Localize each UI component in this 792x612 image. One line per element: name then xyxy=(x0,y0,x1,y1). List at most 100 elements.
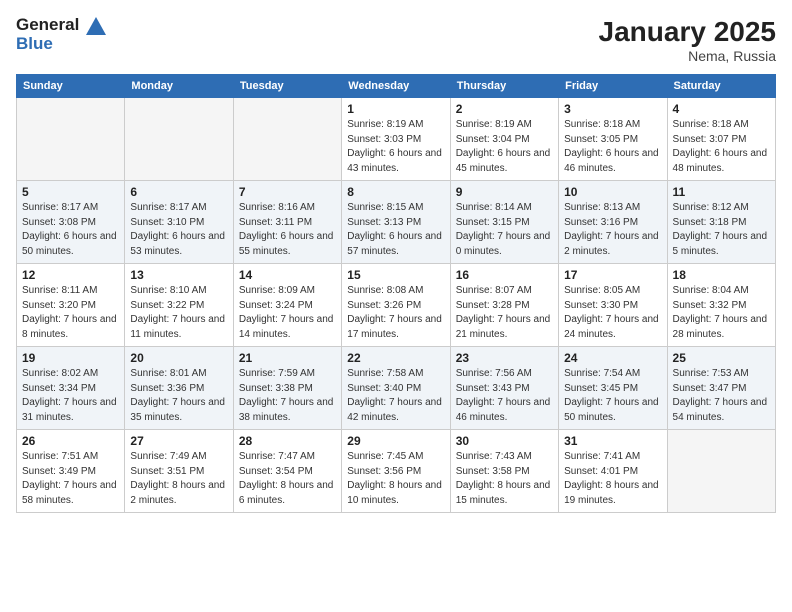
table-row: 19 Sunrise: 8:02 AMSunset: 3:34 PMDayligh… xyxy=(17,347,125,430)
page: General Blue January 2025 Nema, Russia S… xyxy=(0,0,792,612)
table-row: 24 Sunrise: 7:54 AMSunset: 3:45 PMDayligh… xyxy=(559,347,667,430)
day-number: 1 xyxy=(347,102,444,116)
day-number: 2 xyxy=(456,102,553,116)
day-number: 15 xyxy=(347,268,444,282)
day-number: 29 xyxy=(347,434,444,448)
table-row: 16 Sunrise: 8:07 AMSunset: 3:28 PMDayligh… xyxy=(450,264,558,347)
day-number: 31 xyxy=(564,434,661,448)
day-info: Sunrise: 8:16 AMSunset: 3:11 PMDaylight:… xyxy=(239,201,336,259)
logo: General Blue xyxy=(16,16,106,53)
day-info: Sunrise: 7:56 AMSunset: 3:43 PMDaylight:… xyxy=(456,367,553,425)
day-info: Sunrise: 8:07 AMSunset: 3:28 PMDaylight:… xyxy=(456,284,553,342)
day-info: Sunrise: 8:05 AMSunset: 3:30 PMDaylight:… xyxy=(564,284,661,342)
day-info: Sunrise: 7:53 AMSunset: 3:47 PMDaylight:… xyxy=(673,367,770,425)
day-number: 4 xyxy=(673,102,770,116)
table-row: 12 Sunrise: 8:11 AMSunset: 3:20 PMDayligh… xyxy=(17,264,125,347)
day-number: 30 xyxy=(456,434,553,448)
table-row: 8Sunrise: 8:15 AMSunset: 3:13 PMDaylight… xyxy=(342,181,450,264)
calendar-week-row: 19 Sunrise: 8:02 AMSunset: 3:34 PMDayligh… xyxy=(17,347,776,430)
table-row: 13Sunrise: 8:10 AMSunset: 3:22 PMDayligh… xyxy=(125,264,233,347)
day-number: 19 xyxy=(22,351,119,365)
day-info: Sunrise: 8:01 AMSunset: 3:36 PMDaylight:… xyxy=(130,367,227,425)
day-info: Sunrise: 8:09 AMSunset: 3:24 PMDaylight:… xyxy=(239,284,336,342)
table-row xyxy=(667,430,775,513)
table-row: 3 Sunrise: 8:18 AMSunset: 3:05 PMDaylight… xyxy=(559,98,667,181)
header-saturday: Saturday xyxy=(667,75,775,98)
day-number: 21 xyxy=(239,351,336,365)
calendar-week-row: 5Sunrise: 8:17 AMSunset: 3:08 PMDaylight… xyxy=(17,181,776,264)
day-number: 28 xyxy=(239,434,336,448)
month-title: January 2025 xyxy=(599,16,776,48)
day-info: Sunrise: 7:51 AMSunset: 3:49 PMDaylight:… xyxy=(22,450,119,508)
day-info: Sunrise: 8:19 AMSunset: 3:03 PMDaylight:… xyxy=(347,118,444,176)
header-monday: Monday xyxy=(125,75,233,98)
day-number: 20 xyxy=(130,351,227,365)
table-row: 9Sunrise: 8:14 AMSunset: 3:15 PMDaylight… xyxy=(450,181,558,264)
table-row: 15Sunrise: 8:08 AMSunset: 3:26 PMDayligh… xyxy=(342,264,450,347)
table-row: 11 Sunrise: 8:12 AMSunset: 3:18 PMDayligh… xyxy=(667,181,775,264)
location: Nema, Russia xyxy=(599,48,776,64)
header-tuesday: Tuesday xyxy=(233,75,341,98)
table-row: 4Sunrise: 8:18 AMSunset: 3:07 PMDaylight… xyxy=(667,98,775,181)
day-info: Sunrise: 8:11 AMSunset: 3:20 PMDaylight:… xyxy=(22,284,119,342)
header: General Blue January 2025 Nema, Russia xyxy=(16,16,776,64)
day-info: Sunrise: 8:12 AMSunset: 3:18 PMDaylight:… xyxy=(673,201,770,259)
table-row: 10 Sunrise: 8:13 AMSunset: 3:16 PMDayligh… xyxy=(559,181,667,264)
day-info: Sunrise: 8:10 AMSunset: 3:22 PMDaylight:… xyxy=(130,284,227,342)
day-info: Sunrise: 7:59 AMSunset: 3:38 PMDaylight:… xyxy=(239,367,336,425)
day-info: Sunrise: 8:17 AMSunset: 3:10 PMDaylight:… xyxy=(130,201,227,259)
day-info: Sunrise: 8:13 AMSunset: 3:16 PMDaylight:… xyxy=(564,201,661,259)
day-number: 22 xyxy=(347,351,444,365)
table-row: 28 Sunrise: 7:47 AMSunset: 3:54 PMDayligh… xyxy=(233,430,341,513)
table-row: 29 Sunrise: 7:45 AMSunset: 3:56 PMDayligh… xyxy=(342,430,450,513)
day-number: 7 xyxy=(239,185,336,199)
table-row: 22 Sunrise: 7:58 AMSunset: 3:40 PMDayligh… xyxy=(342,347,450,430)
title-block: January 2025 Nema, Russia xyxy=(599,16,776,64)
header-wednesday: Wednesday xyxy=(342,75,450,98)
header-friday: Friday xyxy=(559,75,667,98)
day-info: Sunrise: 7:54 AMSunset: 3:45 PMDaylight:… xyxy=(564,367,661,425)
logo-content: General Blue xyxy=(16,16,106,53)
day-number: 3 xyxy=(564,102,661,116)
table-row: 27Sunrise: 7:49 AMSunset: 3:51 PMDayligh… xyxy=(125,430,233,513)
table-row: 30 Sunrise: 7:43 AMSunset: 3:58 PMDayligh… xyxy=(450,430,558,513)
table-row: 2Sunrise: 8:19 AMSunset: 3:04 PMDaylight… xyxy=(450,98,558,181)
day-number: 10 xyxy=(564,185,661,199)
weekday-header-row: Sunday Monday Tuesday Wednesday Thursday… xyxy=(17,75,776,98)
day-number: 5 xyxy=(22,185,119,199)
table-row: 21 Sunrise: 7:59 AMSunset: 3:38 PMDayligh… xyxy=(233,347,341,430)
table-row xyxy=(125,98,233,181)
table-row: 25 Sunrise: 7:53 AMSunset: 3:47 PMDayligh… xyxy=(667,347,775,430)
calendar-week-row: 12 Sunrise: 8:11 AMSunset: 3:20 PMDayligh… xyxy=(17,264,776,347)
day-number: 14 xyxy=(239,268,336,282)
table-row: 18Sunrise: 8:04 AMSunset: 3:32 PMDayligh… xyxy=(667,264,775,347)
calendar-week-row: 26Sunrise: 7:51 AMSunset: 3:49 PMDayligh… xyxy=(17,430,776,513)
logo-text: General Blue xyxy=(16,16,106,53)
day-number: 8 xyxy=(347,185,444,199)
table-row: 17 Sunrise: 8:05 AMSunset: 3:30 PMDayligh… xyxy=(559,264,667,347)
day-number: 17 xyxy=(564,268,661,282)
day-info: Sunrise: 7:43 AMSunset: 3:58 PMDaylight:… xyxy=(456,450,553,508)
day-info: Sunrise: 8:18 AMSunset: 3:05 PMDaylight:… xyxy=(564,118,661,176)
calendar-table: Sunday Monday Tuesday Wednesday Thursday… xyxy=(16,74,776,513)
day-number: 11 xyxy=(673,185,770,199)
table-row: 5Sunrise: 8:17 AMSunset: 3:08 PMDaylight… xyxy=(17,181,125,264)
day-info: Sunrise: 8:02 AMSunset: 3:34 PMDaylight:… xyxy=(22,367,119,425)
day-info: Sunrise: 8:04 AMSunset: 3:32 PMDaylight:… xyxy=(673,284,770,342)
day-number: 9 xyxy=(456,185,553,199)
day-number: 24 xyxy=(564,351,661,365)
day-info: Sunrise: 7:47 AMSunset: 3:54 PMDaylight:… xyxy=(239,450,336,508)
day-number: 6 xyxy=(130,185,227,199)
table-row: 6 Sunrise: 8:17 AMSunset: 3:10 PMDaylight… xyxy=(125,181,233,264)
table-row: 7 Sunrise: 8:16 AMSunset: 3:11 PMDaylight… xyxy=(233,181,341,264)
table-row: 14 Sunrise: 8:09 AMSunset: 3:24 PMDayligh… xyxy=(233,264,341,347)
table-row: 20 Sunrise: 8:01 AMSunset: 3:36 PMDayligh… xyxy=(125,347,233,430)
day-info: Sunrise: 7:45 AMSunset: 3:56 PMDaylight:… xyxy=(347,450,444,508)
table-row xyxy=(233,98,341,181)
day-number: 25 xyxy=(673,351,770,365)
day-number: 12 xyxy=(22,268,119,282)
table-row xyxy=(17,98,125,181)
calendar-week-row: 1 Sunrise: 8:19 AMSunset: 3:03 PMDaylight… xyxy=(17,98,776,181)
day-number: 16 xyxy=(456,268,553,282)
day-info: Sunrise: 7:58 AMSunset: 3:40 PMDaylight:… xyxy=(347,367,444,425)
